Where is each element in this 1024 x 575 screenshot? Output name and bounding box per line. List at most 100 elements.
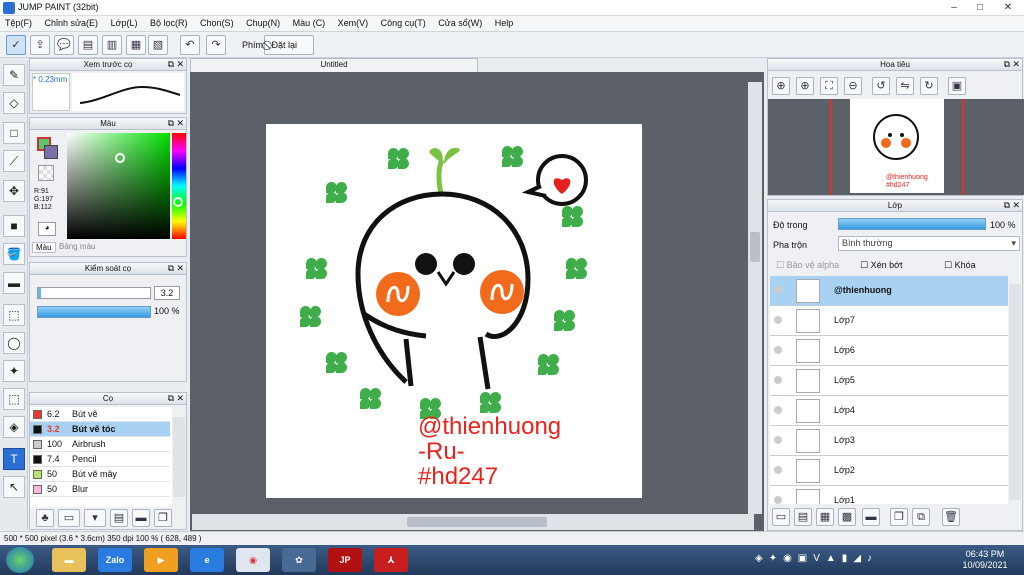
folder-icon[interactable]: ▬ [132,509,150,527]
new-layer-icon[interactable]: ▭ [772,508,790,526]
color-picker-cursor[interactable] [115,153,125,163]
navigator-preview[interactable]: @thienhuong #hd247 [768,99,1024,195]
new-layer-alt-icon[interactable]: ▤ [794,508,812,526]
jump-paint-icon[interactable]: JP [328,548,362,572]
reset-view-icon[interactable]: ▣ [948,77,966,95]
zalo-icon[interactable]: Zalo [98,548,132,572]
brush-list-item[interactable]: 3.2 Bút vẽ tóc [30,422,170,437]
document-icon[interactable]: ▤ [78,35,98,55]
shape-tool-icon[interactable]: □ [3,122,25,144]
menu-layer[interactable]: Lớp(L) [106,16,143,28]
text-tool-icon[interactable]: T [3,448,25,470]
brush-menu-icon[interactable]: ▾ [84,509,106,527]
close-button[interactable]: ✕ [994,0,1022,16]
fill-rect-tool-icon[interactable]: ■ [3,215,25,237]
visibility-icon[interactable] [774,496,782,504]
drawing-canvas[interactable]: @thienhuong -Ru- #hd247 [266,124,642,498]
visibility-icon[interactable] [774,286,782,294]
zoom-in-icon[interactable]: ⊕ [796,77,814,95]
horizontal-scrollbar[interactable] [192,514,754,530]
menu-window[interactable]: Cửa sổ(W) [433,16,487,28]
copy-icon[interactable]: ❐ [154,509,172,527]
app-icon[interactable]: ✿ [282,548,316,572]
pattern-layer-icon[interactable]: ▩ [838,508,856,526]
comment-icon[interactable]: 💬 [54,35,74,55]
brush-list-item[interactable]: 6.2 Bút vẽ [30,407,170,422]
operation-tool-icon[interactable]: ↖ [3,476,25,498]
maximize-button[interactable]: □ [966,0,994,16]
vertical-scrollbar[interactable] [748,82,762,514]
grid-icon[interactable]: ▧ [148,35,168,55]
layout-icon[interactable]: ▦ [126,35,146,55]
page-icon[interactable]: ▥ [102,35,122,55]
layer-row[interactable]: @thienhuong [770,276,1008,306]
layer-row[interactable]: Lớp2 [770,456,1008,486]
pen-tool-icon[interactable]: ✎ [3,64,25,86]
layer-opacity-slider[interactable] [838,218,986,230]
tray-icons[interactable]: ◈✦◉▣V▲▮◢♪ [755,553,878,564]
menu-capture[interactable]: Chụp(N) [241,16,285,28]
layer-row[interactable]: Lớp7 [770,306,1008,336]
flip-icon[interactable]: ⇋ [896,77,914,95]
brush-opacity-slider[interactable] [37,306,151,318]
media-player-icon[interactable]: ▶ [144,548,178,572]
hue-slider[interactable] [172,133,186,239]
menu-select[interactable]: Chọn(S) [195,16,239,28]
add-brush-icon[interactable]: ♣ [36,509,54,527]
visibility-icon[interactable] [774,316,782,324]
layer-row[interactable]: Lớp5 [770,366,1008,396]
internet-explorer-icon[interactable]: e [190,548,224,572]
brush-size-slider[interactable] [37,287,151,299]
visibility-icon[interactable] [774,436,782,444]
visibility-icon[interactable] [774,346,782,354]
visibility-icon[interactable] [774,376,782,384]
protect-alpha-checkbox[interactable]: ☐ Bảo vệ alpha [776,260,839,271]
eraser-tool-icon[interactable]: ◇ [3,92,25,114]
lock-checkbox[interactable]: ☐ Khóa [944,260,976,271]
fit-window-icon[interactable]: ⛶ [820,77,838,95]
rotate-right-icon[interactable]: ↻ [920,77,938,95]
new-brush-icon[interactable]: ▭ [58,509,80,527]
hue-slider-handle[interactable] [173,197,183,207]
menu-filter[interactable]: Bộ lọc(R) [145,16,193,28]
menu-view[interactable]: Xem(V) [333,16,374,28]
duplicate-layer-icon[interactable]: ❐ [890,508,908,526]
clock[interactable]: 06:43 PM 10/09/2021 [950,549,1020,571]
select-eraser-tool-icon[interactable]: ◈ [3,416,25,438]
chrome-icon[interactable]: ◉ [236,548,270,572]
horizontal-scroll-thumb[interactable] [407,517,547,527]
brush-doc-icon[interactable]: ▤ [110,509,128,527]
check-icon[interactable]: ✓ [6,35,26,55]
start-button[interactable] [6,547,34,573]
transparent-swatch[interactable] [38,165,54,181]
menu-file[interactable]: Tệp(F) [0,16,37,28]
select-rect-tool-icon[interactable]: ⬚ [3,304,25,326]
gradient-tool-icon[interactable]: ▬ [3,272,25,294]
layer-row[interactable]: Lớp1 [770,486,1008,504]
line-tool-icon[interactable]: ⟋ [3,150,25,172]
visibility-icon[interactable] [774,406,782,414]
menu-edit[interactable]: Chỉnh sửa(E) [40,16,104,28]
layer-list-scrollbar[interactable] [1009,284,1021,500]
reset-button[interactable]: ⃠ Đặt lại [264,35,314,55]
brush-list-item[interactable]: 100 Airbrush [30,437,170,452]
magic-wand-tool-icon[interactable]: ✦ [3,360,25,382]
menu-tools[interactable]: Công cụ(T) [376,16,431,28]
bucket-tool-icon[interactable]: 🪣 [3,243,25,265]
color-picker-field[interactable] [67,133,170,239]
menu-help[interactable]: Help [490,16,519,28]
select-pen-tool-icon[interactable]: ⬚ [3,388,25,410]
tab-palette[interactable]: Bảng màu [56,242,98,251]
sub-color-swatch[interactable] [44,145,58,159]
minimize-button[interactable]: – [940,0,968,16]
halftone-layer-icon[interactable]: ▦ [816,508,834,526]
file-explorer-icon[interactable]: ▬ [52,548,86,572]
palette-icon[interactable]: ◕ [38,222,56,236]
tab-document[interactable]: Untitled [190,58,478,72]
trash-icon[interactable]: 🗑 [942,508,960,526]
blend-mode-select[interactable]: Bình thường ▾ [838,236,1020,251]
merge-layer-icon[interactable]: ⧉ [912,508,930,526]
zoom-out-icon[interactable]: ⊖ [844,77,862,95]
layer-row[interactable]: Lớp6 [770,336,1008,366]
pdf-reader-icon[interactable]: ⅄ [374,548,408,572]
